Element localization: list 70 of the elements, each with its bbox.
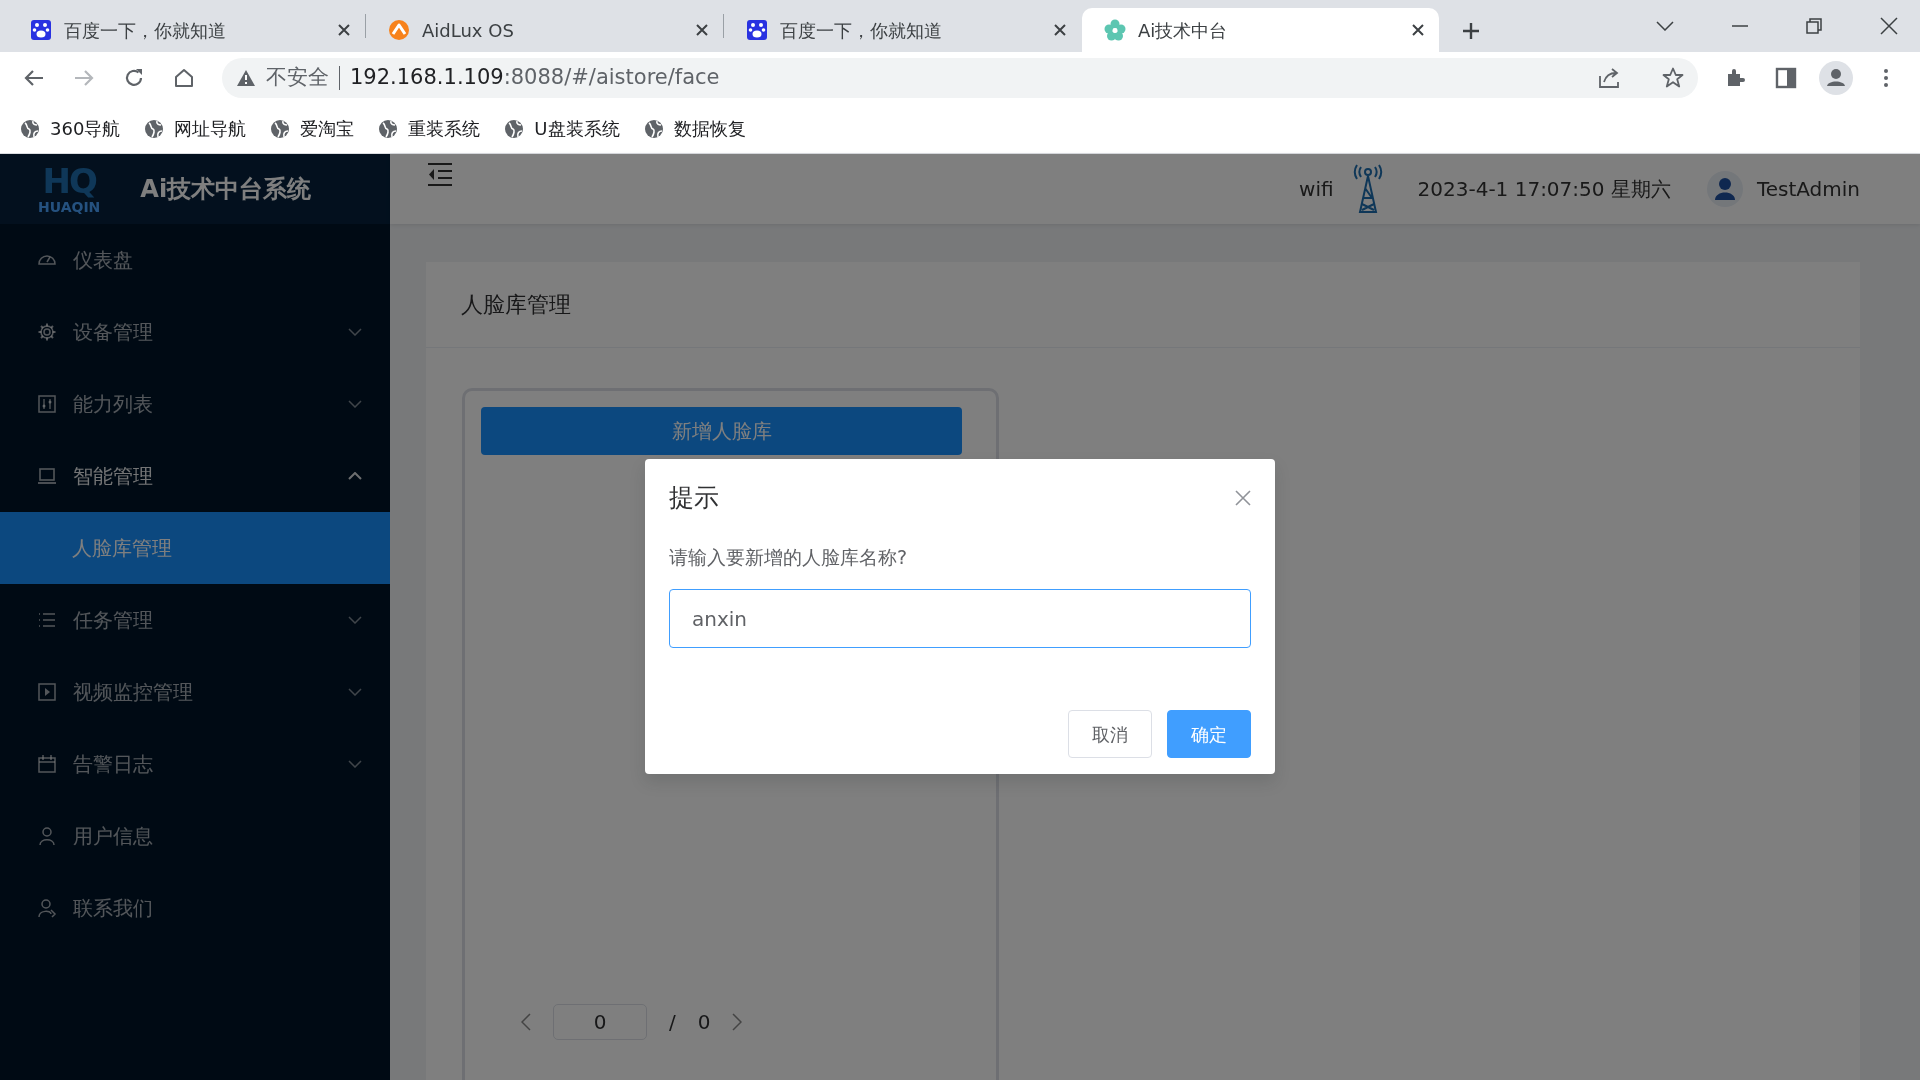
add-face-library-button[interactable]: 新增人脸库: [481, 407, 962, 455]
bookmark-link[interactable]: 360导航: [20, 115, 121, 142]
url-text[interactable]: 192.168.1.109:8088/#/aistore/face: [350, 62, 720, 94]
datetime-text: 2023-4-1 17:07:50 星期六: [1417, 176, 1671, 203]
page-total: 0: [697, 1009, 711, 1036]
flower-icon: [1104, 19, 1126, 41]
chevron-down-icon[interactable]: [1656, 21, 1674, 31]
close-icon[interactable]: [1880, 17, 1898, 35]
logo-text: HUAQIN: [38, 200, 101, 214]
globe-icon: [504, 118, 525, 139]
profile-avatar-icon[interactable]: [1819, 61, 1853, 95]
puzzle-icon[interactable]: [1725, 67, 1747, 89]
logo-mark: HQ: [42, 164, 96, 198]
browser-tab[interactable]: 百度一下，你就知道: [724, 8, 1081, 52]
paw-icon: [30, 19, 52, 41]
chevron-left-icon[interactable]: [521, 1013, 531, 1031]
globe-icon: [643, 118, 664, 139]
side-panel-icon[interactable]: [1775, 67, 1797, 89]
menu-item[interactable]: 视频监控管理: [0, 656, 390, 728]
menu-item[interactable]: 能力列表: [0, 368, 390, 440]
dialog-message: 请输入要新增的人脸库名称?: [669, 544, 909, 570]
menu-item[interactable]: 人脸库管理: [0, 512, 390, 584]
bookmark-link[interactable]: 重装系统: [378, 115, 481, 142]
name-input-field[interactable]: anxin: [669, 589, 1251, 648]
menu-item[interactable]: 智能管理: [0, 440, 390, 512]
cancel-button[interactable]: 取消: [1068, 710, 1152, 758]
arch-logo-icon: [388, 19, 410, 41]
close-button[interactable]: [1235, 489, 1251, 506]
user-avatar-icon[interactable]: [1706, 171, 1743, 207]
restore-icon[interactable]: [1806, 18, 1822, 34]
browser-tab[interactable]: AidLux OS: [366, 8, 723, 52]
page-number-field[interactable]: 0: [553, 1004, 647, 1040]
bookmark-link[interactable]: 爱淘宝: [270, 115, 355, 142]
dialog-title: 提示: [669, 482, 719, 514]
close-icon[interactable]: [337, 23, 351, 37]
menu-item[interactable]: 联系我们: [0, 872, 390, 944]
menu-item[interactable]: 用户信息: [0, 800, 390, 872]
warning-icon: [236, 69, 256, 87]
home-icon[interactable]: [173, 67, 195, 89]
close-icon[interactable]: [695, 23, 709, 37]
bookmark-link[interactable]: 网址导航: [144, 115, 247, 142]
close-icon: [1235, 489, 1251, 506]
menu-item[interactable]: 告警日志: [0, 728, 390, 800]
menu-item[interactable]: 设备管理: [0, 296, 390, 368]
plus-icon[interactable]: [1461, 20, 1481, 41]
star-icon[interactable]: [1662, 67, 1684, 89]
browser-tab[interactable]: 百度一下，你就知道: [8, 8, 365, 52]
menu-icon[interactable]: [426, 162, 454, 186]
brand-title: Ai技术中台系统: [140, 174, 312, 205]
bookmark-link[interactable]: U盘装系统: [504, 115, 620, 142]
reload-icon[interactable]: [123, 67, 145, 89]
confirm-button[interactable]: 确定: [1167, 710, 1251, 758]
paw-icon: [746, 19, 768, 41]
network-label: wifi: [1299, 176, 1334, 203]
page-separator: /: [669, 1009, 676, 1036]
globe-icon: [270, 118, 291, 139]
close-icon[interactable]: [1053, 23, 1067, 37]
share-icon[interactable]: [1598, 67, 1622, 89]
browser-tab[interactable]: Ai技术中台: [1082, 8, 1439, 52]
globe-icon: [378, 118, 399, 139]
bookmark-link[interactable]: 数据恢复: [643, 115, 746, 142]
page-title: 人脸库管理: [426, 262, 1860, 348]
security-label: 不安全: [266, 64, 329, 92]
menu-item[interactable]: 仪表盘: [0, 224, 390, 296]
globe-icon: [144, 118, 165, 139]
globe-icon: [20, 118, 40, 139]
close-icon[interactable]: [1411, 23, 1425, 37]
menu-item[interactable]: 任务管理: [0, 584, 390, 656]
username-text[interactable]: TestAdmin: [1756, 174, 1860, 204]
chevron-right-icon[interactable]: [732, 1013, 743, 1031]
